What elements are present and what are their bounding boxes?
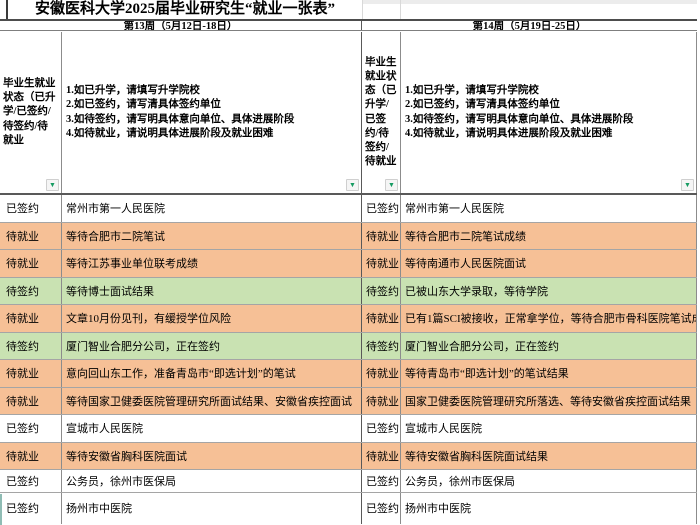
left-status-cell[interactable]: 已签约 (0, 470, 62, 492)
filter-dropdown-icon[interactable]: ▼ (385, 179, 398, 191)
left-detail-cell[interactable]: 公务员，徐州市医保局 (62, 470, 362, 492)
left-status-cell[interactable]: 待签约 (0, 333, 62, 360)
column-header-row: 毕业生就业状态（已升学/已签约/待签约/待就业 ▼ 1.如已升学，请填写升学院校… (0, 32, 697, 195)
right-detail-cell[interactable]: 宣城市人民医院 (401, 415, 697, 442)
right-detail-cell[interactable]: 已有1篇SCI被接收，正常拿学位，等待合肥市骨科医院笔试成绩 (401, 305, 697, 332)
instruction-line: 1.如已升学，请填写升学院校 (405, 84, 633, 98)
left-detail-cell[interactable]: 等待安徽省胸科医院面试 (62, 443, 362, 470)
table-row: 待就业意向回山东工作，准备青岛市“即选计划”的笔试待就业等待青岛市“即选计划”的… (0, 360, 697, 388)
week-header-row: 第13周（5月12日-18日） 第14周（5月19日-25日） (0, 19, 697, 31)
left-status-cell[interactable]: 待就业 (0, 443, 62, 470)
table-row: 已签约扬州市中医院已签约扬州市中医院 (0, 493, 697, 525)
table-row: 已签约常州市第一人民医院已签约常州市第一人民医院 (0, 195, 697, 223)
left-status-cell[interactable]: 已签约 (0, 195, 62, 222)
top-partial-row (362, 0, 697, 4)
instruction-line: 4.如待就业，请说明具体进展阶段及就业困难 (66, 127, 294, 141)
table-row: 待签约等待博士面试结果待签约已被山东大学录取，等待学院 (0, 278, 697, 306)
right-detail-cell[interactable]: 常州市第一人民医院 (401, 195, 697, 222)
instruction-line: 1.如已升学，请填写升学院校 (66, 84, 294, 98)
page-break-line (0, 494, 2, 525)
gridline-stub (400, 0, 401, 19)
left-status-cell[interactable]: 待就业 (0, 360, 62, 387)
week-header-right[interactable]: 第14周（5月19日-25日） (362, 21, 697, 30)
left-detail-cell[interactable]: 等待国家卫健委医院管理研究所面试结果、安徽省疾控面试 (62, 388, 362, 415)
left-detail-cell[interactable]: 扬州市中医院 (62, 493, 362, 525)
right-status-cell[interactable]: 已签约 (362, 195, 401, 222)
left-status-cell[interactable]: 待就业 (0, 305, 62, 332)
right-detail-cell[interactable]: 等待青岛市“即选计划”的笔试结果 (401, 360, 697, 387)
left-detail-cell[interactable]: 等待合肥市二院笔试 (62, 223, 362, 250)
filter-dropdown-icon[interactable]: ▼ (681, 179, 694, 191)
status-header-label: 毕业生就业状态（已升学/已签约/待签约/待就业 (3, 77, 58, 148)
instruction-line: 4.如待就业，请说明具体进展阶段及就业困难 (405, 127, 633, 141)
left-status-cell[interactable]: 已签约 (0, 493, 62, 525)
left-detail-cell[interactable]: 厦门智业合肥分公司，正在签约 (62, 333, 362, 360)
left-detail-cell[interactable]: 常州市第一人民医院 (62, 195, 362, 222)
table-body: 已签约常州市第一人民医院已签约常州市第一人民医院待就业等待合肥市二院笔试待就业等… (0, 195, 697, 524)
left-detail-cell[interactable]: 等待博士面试结果 (62, 278, 362, 305)
right-status-cell[interactable]: 已签约 (362, 415, 401, 442)
right-status-cell[interactable]: 已签约 (362, 493, 401, 525)
table-row: 待就业等待安徽省胸科医院面试待就业等待安徽省胸科医院面试结果 (0, 443, 697, 471)
instructions-text: 1.如已升学，请填写升学院校 2.如已签约，请写清具体签约单位 3.如待签约，请… (405, 84, 633, 141)
right-detail-cell[interactable]: 公务员，徐州市医保局 (401, 470, 697, 492)
week-header-left[interactable]: 第13周（5月12日-18日） (0, 21, 362, 30)
left-status-cell[interactable]: 待就业 (0, 388, 62, 415)
sheet-title: 安徽医科大学2025届毕业研究生“就业一张表” (6, 0, 362, 19)
left-status-cell[interactable]: 待就业 (0, 250, 62, 277)
table-row: 待就业等待江苏事业单位联考成绩待就业等待南通市人民医院面试 (0, 250, 697, 278)
right-detail-cell[interactable]: 厦门智业合肥分公司，正在签约 (401, 333, 697, 360)
status-header-right[interactable]: 毕业生就业状态（已升学/已签约/待签约/待就业 ▼ (362, 32, 401, 193)
left-detail-cell[interactable]: 文章10月份见刊，有缓授学位风险 (62, 305, 362, 332)
right-status-cell[interactable]: 待就业 (362, 388, 401, 415)
instructions-text: 1.如已升学，请填写升学院校 2.如已签约，请写清具体签约单位 3.如待签约，请… (66, 84, 294, 141)
gridline-stub (362, 0, 363, 19)
table-row: 待就业文章10月份见刊，有缓授学位风险待就业已有1篇SCI被接收，正常拿学位，等… (0, 305, 697, 333)
table-row: 待就业等待合肥市二院笔试待就业等待合肥市二院笔试成绩 (0, 223, 697, 251)
right-status-cell[interactable]: 待就业 (362, 360, 401, 387)
right-status-cell[interactable]: 待就业 (362, 250, 401, 277)
right-detail-cell[interactable]: 等待安徽省胸科医院面试结果 (401, 443, 697, 470)
table-row: 已签约公务员，徐州市医保局已签约公务员，徐州市医保局 (0, 470, 697, 493)
table-row: 已签约宣城市人民医院已签约宣城市人民医院 (0, 415, 697, 443)
left-status-cell[interactable]: 待签约 (0, 278, 62, 305)
status-header-left[interactable]: 毕业生就业状态（已升学/已签约/待签约/待就业 ▼ (0, 32, 62, 193)
instruction-line: 2.如已签约，请写清具体签约单位 (66, 98, 294, 112)
instruction-line: 2.如已签约，请写清具体签约单位 (405, 98, 633, 112)
table-row: 待就业等待国家卫健委医院管理研究所面试结果、安徽省疾控面试待就业国家卫健委医院管… (0, 388, 697, 416)
status-header-label: 毕业生就业状态（已升学/已签约/待签约/待就业 (365, 56, 397, 169)
spreadsheet: 安徽医科大学2025届毕业研究生“就业一张表” 第13周（5月12日-18日） … (0, 0, 700, 525)
instructions-header-right[interactable]: 1.如已升学，请填写升学院校 2.如已签约，请写清具体签约单位 3.如待签约，请… (401, 32, 697, 193)
left-detail-cell[interactable]: 意向回山东工作，准备青岛市“即选计划”的笔试 (62, 360, 362, 387)
right-detail-cell[interactable]: 国家卫健委医院管理研究所落选、等待安徽省疾控面试结果 (401, 388, 697, 415)
filter-dropdown-icon[interactable]: ▼ (46, 179, 59, 191)
instruction-line: 3.如待签约，请写明具体意向单位、具体进展阶段 (66, 113, 294, 127)
left-detail-cell[interactable]: 宣城市人民医院 (62, 415, 362, 442)
right-detail-cell[interactable]: 等待合肥市二院笔试成绩 (401, 223, 697, 250)
right-status-cell[interactable]: 待签约 (362, 278, 401, 305)
right-status-cell[interactable]: 已签约 (362, 470, 401, 492)
table-row: 待签约厦门智业合肥分公司，正在签约待签约厦门智业合肥分公司，正在签约 (0, 333, 697, 361)
right-status-cell[interactable]: 待就业 (362, 223, 401, 250)
right-detail-cell[interactable]: 等待南通市人民医院面试 (401, 250, 697, 277)
right-detail-cell[interactable]: 扬州市中医院 (401, 493, 697, 525)
right-status-cell[interactable]: 待签约 (362, 333, 401, 360)
filter-dropdown-icon[interactable]: ▼ (346, 179, 359, 191)
right-detail-cell[interactable]: 已被山东大学录取，等待学院 (401, 278, 697, 305)
instruction-line: 3.如待签约，请写明具体意向单位、具体进展阶段 (405, 113, 633, 127)
left-detail-cell[interactable]: 等待江苏事业单位联考成绩 (62, 250, 362, 277)
left-status-cell[interactable]: 已签约 (0, 415, 62, 442)
instructions-header-left[interactable]: 1.如已升学，请填写升学院校 2.如已签约，请写清具体签约单位 3.如待签约，请… (62, 32, 362, 193)
right-status-cell[interactable]: 待就业 (362, 443, 401, 470)
left-status-cell[interactable]: 待就业 (0, 223, 62, 250)
right-status-cell[interactable]: 待就业 (362, 305, 401, 332)
